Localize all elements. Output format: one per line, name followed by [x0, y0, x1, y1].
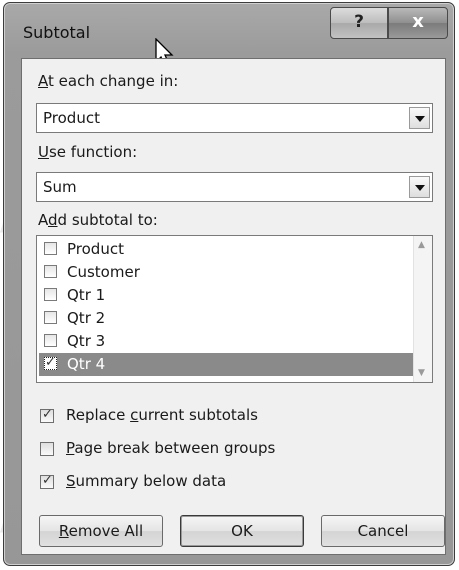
- dialog-title: Subtotal: [23, 23, 91, 42]
- help-button[interactable]: ?: [330, 7, 388, 39]
- checkbox[interactable]: [44, 311, 57, 324]
- list-item-product[interactable]: Product: [39, 238, 414, 261]
- cancel-button[interactable]: Cancel: [321, 515, 445, 547]
- remove-all-button[interactable]: Remove All: [39, 515, 163, 547]
- checkbox[interactable]: [44, 288, 57, 301]
- checkbox-checked[interactable]: [40, 473, 54, 489]
- checkbox-checked[interactable]: [44, 355, 57, 370]
- use-function-value: Sum: [43, 178, 77, 196]
- chevron-down-icon[interactable]: [409, 176, 430, 198]
- list-item-qtr-4[interactable]: Qtr 4: [39, 353, 414, 376]
- use-function-label: Use function:: [38, 143, 138, 161]
- checkbox-checked[interactable]: [40, 407, 54, 423]
- chevron-down-icon[interactable]: [409, 107, 430, 129]
- add-subtotal-to-label: Add subtotal to:: [38, 211, 158, 229]
- scroll-up-arrow-icon[interactable]: ▲: [418, 240, 425, 250]
- checkbox[interactable]: [44, 265, 57, 278]
- at-each-change-dropdown[interactable]: Product: [36, 103, 433, 133]
- ok-button[interactable]: OK: [180, 515, 304, 547]
- use-function-dropdown[interactable]: Sum: [36, 172, 433, 202]
- checkbox[interactable]: [44, 334, 57, 347]
- title-bar[interactable]: Subtotal ? x: [4, 3, 454, 67]
- list-item-qtr-2[interactable]: Qtr 2: [39, 307, 414, 330]
- scroll-down-arrow-icon[interactable]: ▼: [418, 368, 425, 378]
- list-item-qtr-3[interactable]: Qtr 3: [39, 330, 414, 353]
- checkbox[interactable]: [40, 442, 54, 456]
- help-icon: ?: [354, 12, 364, 32]
- add-subtotal-to-list[interactable]: Product Customer Qtr 1 Qtr 2 Qtr 3 Qtr 4: [36, 235, 433, 383]
- list-scrollbar[interactable]: ▲ ▼: [413, 236, 432, 382]
- list-item-qtr-1[interactable]: Qtr 1: [39, 284, 414, 307]
- dialog-body: At each change in: Product Use function:…: [21, 58, 446, 555]
- list-item-customer[interactable]: Customer: [39, 261, 414, 284]
- checkbox[interactable]: [44, 242, 57, 255]
- at-each-change-label: At each change in:: [38, 72, 179, 90]
- subtotal-dialog: Subtotal ? x At each change in: Product …: [3, 2, 455, 566]
- close-button[interactable]: x: [388, 7, 448, 39]
- at-each-change-value: Product: [43, 109, 100, 127]
- close-icon: x: [412, 11, 424, 32]
